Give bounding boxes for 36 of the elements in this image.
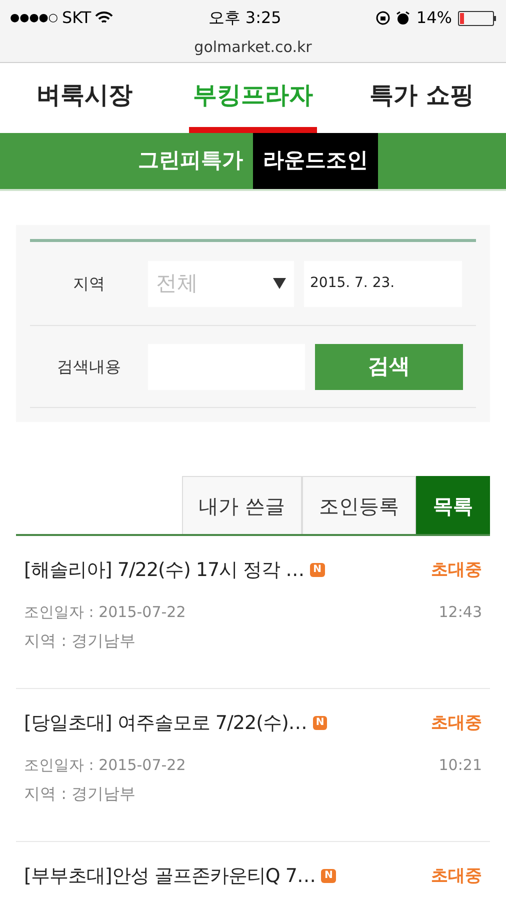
region-label: 지역 xyxy=(72,272,106,294)
list-tab[interactable]: 내가 쓴글 xyxy=(182,476,302,534)
post-status: 초대중 xyxy=(431,712,482,734)
post-title[interactable]: [부부초대]안성 골프존카운티Q 7… xyxy=(24,862,316,890)
post-title[interactable]: [당일초대] 여주솔모로 7/22(수)… xyxy=(24,709,307,738)
sub-nav-tab[interactable]: 라운드조인 xyxy=(253,133,378,189)
new-badge: N xyxy=(321,869,336,884)
carrier-name: SKT xyxy=(62,7,92,29)
signal-strength: ●●●●○ xyxy=(10,10,58,26)
sub-nav-tab[interactable]: 그린피특가 xyxy=(128,133,253,189)
rotation-lock-icon xyxy=(376,11,390,25)
battery-icon xyxy=(458,10,496,26)
post-region: 지역 : 경기남부 xyxy=(24,783,137,805)
join-date: 조인일자 : 2015-07-22 xyxy=(24,754,186,776)
battery-percent: 14% xyxy=(416,7,452,29)
post-region: 지역 : 경기남부 xyxy=(24,630,137,652)
dropdown-arrow-icon xyxy=(273,278,286,289)
wifi-icon xyxy=(95,11,114,25)
post-status: 초대중 xyxy=(431,558,482,582)
post-time: 12:43 xyxy=(438,602,482,622)
post-title[interactable]: [해솔리아] 7/22(수) 17시 정각 … xyxy=(24,556,304,584)
list-tab[interactable]: 목록 xyxy=(416,476,490,534)
list-tab[interactable]: 조인등록 xyxy=(302,476,416,534)
clock: 오후 3:25 xyxy=(208,7,282,29)
new-badge: N xyxy=(312,716,328,730)
new-badge: N xyxy=(310,563,325,578)
keyword-label: 검색내용 xyxy=(56,356,122,378)
join-date: 조인일자 : 2015-07-22 xyxy=(24,602,186,622)
post-time: 10:21 xyxy=(438,754,482,776)
date-field[interactable]: 2015. 7. 23. xyxy=(304,260,462,306)
search-button[interactable]: 검색 xyxy=(315,344,463,390)
post-status: 초대중 xyxy=(431,864,482,888)
nav-tab[interactable]: 벼룩시장 xyxy=(20,63,149,133)
alarm-icon xyxy=(396,11,410,25)
url-text: golmarket.co.kr xyxy=(194,37,312,58)
nav-tab[interactable]: 특가 쇼핑 xyxy=(357,63,486,133)
